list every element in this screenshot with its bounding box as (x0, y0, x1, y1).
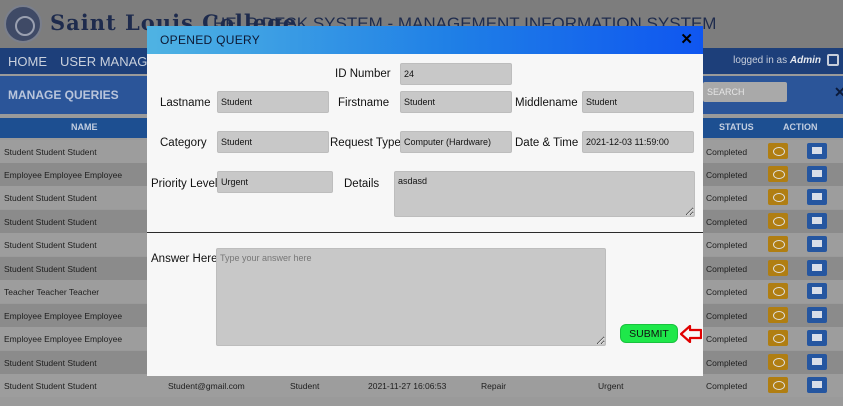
cell-name: Student Student Student (4, 264, 97, 274)
answer-textarea[interactable] (216, 248, 606, 346)
view-icon[interactable] (768, 354, 788, 370)
column-status: STATUS (719, 122, 754, 132)
nav-user-manage[interactable]: USER MANAGE (60, 54, 156, 69)
cell-status: Completed (706, 311, 748, 321)
cell-priority: Urgent (598, 381, 624, 391)
cell-status: Completed (706, 334, 748, 344)
cell-datetime: 2021-11-27 16:06:53 (368, 381, 447, 391)
priority-level-label: Priority Level (151, 178, 218, 190)
college-logo-icon (4, 5, 42, 43)
message-icon[interactable] (807, 143, 827, 159)
request-type-field[interactable]: Computer (Hardware) (400, 131, 512, 153)
cell-status: Completed (706, 193, 748, 203)
view-icon[interactable] (768, 283, 788, 299)
datetime-label: Date & Time (515, 137, 579, 149)
logout-icon[interactable] (827, 54, 839, 66)
priority-level-field[interactable]: Urgent (217, 171, 333, 193)
cell-name: Student Student Student (4, 147, 97, 157)
view-icon[interactable] (768, 236, 788, 252)
message-icon[interactable] (807, 330, 827, 346)
id-number-field[interactable]: 24 (400, 63, 512, 85)
table-row: Student Student Student Student@gmail.co… (0, 374, 843, 397)
view-icon[interactable] (768, 143, 788, 159)
page-title: MANAGE QUERIES (8, 88, 119, 102)
cell-email: Student@gmail.com (168, 381, 245, 391)
cell-status: Completed (706, 264, 748, 274)
view-icon[interactable] (768, 377, 788, 393)
cell-name: Student Student Student (4, 217, 97, 227)
middlename-field[interactable]: Student (582, 91, 694, 113)
cell-request: Repair (481, 381, 507, 391)
cell-category: Student (290, 381, 320, 391)
firstname-field[interactable]: Student (400, 91, 512, 113)
message-icon[interactable] (807, 166, 827, 182)
message-icon[interactable] (807, 213, 827, 229)
view-icon[interactable] (768, 260, 788, 276)
details-textarea[interactable] (394, 171, 695, 217)
middlename-label: Middlename (515, 97, 578, 109)
message-icon[interactable] (807, 236, 827, 252)
lastname-label: Lastname (160, 97, 211, 109)
message-icon[interactable] (807, 260, 827, 276)
cell-status: Completed (706, 217, 748, 227)
message-icon[interactable] (807, 307, 827, 323)
category-label: Category (160, 137, 207, 149)
cell-status: Completed (706, 147, 748, 157)
close-icon[interactable]: ✕ (834, 84, 843, 101)
modal-title: OPENED QUERY (160, 33, 261, 47)
submit-button[interactable]: SUBMIT (620, 324, 678, 343)
cell-status: Completed (706, 381, 748, 391)
nav-home[interactable]: HOME (8, 54, 47, 69)
modal-header: OPENED QUERY ✕ (147, 26, 703, 54)
logged-in-prefix: logged in as (733, 55, 788, 66)
cell-status: Completed (706, 170, 748, 180)
cell-name: Student Student Student (4, 193, 97, 203)
cell-name: Employee Employee Employee (4, 334, 123, 344)
view-icon[interactable] (768, 189, 788, 205)
cell-name: Employee Employee Employee (4, 311, 123, 321)
cell-status: Completed (706, 358, 748, 368)
column-name: NAME (71, 122, 98, 132)
view-icon[interactable] (768, 307, 788, 323)
cell-status: Completed (706, 287, 748, 297)
divider (147, 232, 703, 233)
close-icon[interactable]: ✕ (680, 30, 693, 48)
message-icon[interactable] (807, 189, 827, 205)
firstname-label: Firstname (338, 97, 390, 109)
cell-name: Teacher Teacher Teacher (4, 287, 100, 297)
datetime-field[interactable]: 2021-12-03 11:59:00 (582, 131, 694, 153)
message-icon[interactable] (807, 354, 827, 370)
logged-in-user: Admin (789, 55, 821, 66)
cell-name: Student Student Student (4, 358, 97, 368)
opened-query-modal: OPENED QUERY ✕ ID Number 24 Lastname Stu… (147, 26, 703, 376)
details-label: Details (344, 178, 380, 190)
view-icon[interactable] (768, 166, 788, 182)
lastname-field[interactable]: Student (217, 91, 329, 113)
cell-name: Student Student Student (4, 381, 97, 391)
arrow-left-icon (680, 325, 702, 343)
cell-status: Completed (706, 240, 748, 250)
message-icon[interactable] (807, 377, 827, 393)
category-field[interactable]: Student (217, 131, 329, 153)
answer-label: Answer Here (151, 253, 218, 265)
cell-name: Employee Employee Employee (4, 170, 123, 180)
search-input[interactable]: SEARCH (703, 82, 787, 102)
view-icon[interactable] (768, 213, 788, 229)
column-action: ACTION (783, 122, 818, 132)
view-icon[interactable] (768, 330, 788, 346)
request-type-label: Request Type (330, 137, 401, 149)
logged-in-status: logged in as Admin (733, 55, 821, 66)
message-icon[interactable] (807, 283, 827, 299)
id-number-label: ID Number (335, 68, 391, 80)
cell-name: Student Student Student (4, 240, 97, 250)
